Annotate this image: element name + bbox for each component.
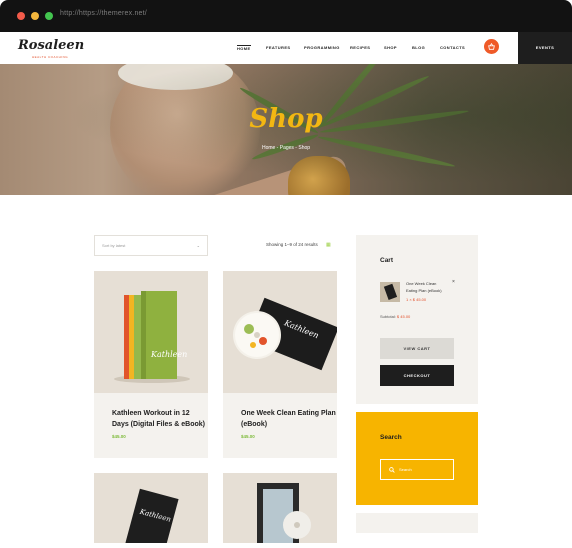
product-card[interactable]: Kathleen One Week Clean Eating Plan (eBo… bbox=[223, 271, 339, 458]
product-title[interactable]: Kathleen Workout in 12 Days (Digital Fil… bbox=[112, 408, 208, 430]
results-count: Showing 1–9 of 24 results bbox=[266, 242, 318, 247]
sidebar-widget bbox=[356, 513, 478, 533]
nav-item-features[interactable]: FEATURES bbox=[266, 45, 290, 50]
product-image[interactable]: Kathleen bbox=[223, 271, 339, 393]
address-bar[interactable]: http://https://themerex.net/ bbox=[60, 10, 147, 17]
grid-view-icon[interactable]: ▦ bbox=[326, 242, 331, 248]
hero-banner: Shop Home - Pages - Shop bbox=[0, 64, 572, 195]
sort-select[interactable]: Sort by latest ⌄ bbox=[94, 235, 208, 256]
nav-item-home[interactable]: HOME bbox=[237, 45, 251, 51]
ebook-book-illustration: Kathleen bbox=[94, 473, 208, 548]
ebook-thumbnail-icon bbox=[380, 282, 400, 302]
product-price: $45.00 bbox=[241, 434, 255, 439]
nav-item-contacts[interactable]: CONTACTS bbox=[440, 45, 465, 50]
cart-item-name[interactable]: One Week Clean Eating Plan (eBook) bbox=[406, 280, 446, 294]
nav-item-shop[interactable]: SHOP bbox=[384, 45, 397, 50]
site-logo-tagline: HEALTH COACHING bbox=[32, 55, 69, 59]
events-button[interactable]: EVENTS bbox=[518, 32, 572, 64]
product-image[interactable]: Kathleen bbox=[94, 473, 208, 548]
svg-text:Kathleen: Kathleen bbox=[150, 350, 187, 359]
product-title[interactable]: One Week Clean Eating Plan (eBook) bbox=[241, 408, 337, 430]
product-image[interactable]: Kathleen bbox=[94, 271, 208, 393]
browser-title-bar: http://https://themerex.net/ bbox=[0, 0, 572, 32]
minimize-window-button[interactable] bbox=[31, 12, 39, 20]
cart-widget-title: Cart bbox=[380, 257, 394, 264]
product-card[interactable]: Kathleen Kathleen Workout in 12 Days (Di… bbox=[94, 271, 208, 458]
breadcrumb[interactable]: Home - Pages - Shop bbox=[0, 145, 572, 151]
sort-select-value: Sort by latest bbox=[102, 243, 126, 248]
search-widget-title: Search bbox=[380, 434, 402, 441]
search-input-placeholder: Search bbox=[399, 467, 412, 472]
product-card[interactable] bbox=[223, 473, 337, 548]
cart-item-qty-price: 1 × $ 45.00 bbox=[406, 297, 427, 302]
product-card[interactable]: Kathleen bbox=[94, 473, 208, 548]
cart-subtotal-value: $ 45.00 bbox=[396, 314, 411, 319]
header-cart-button[interactable] bbox=[484, 39, 499, 54]
product-price: $45.00 bbox=[112, 434, 126, 439]
page-title: Shop bbox=[249, 104, 323, 134]
maximize-window-button[interactable] bbox=[45, 12, 53, 20]
close-window-button[interactable] bbox=[17, 12, 25, 20]
search-widget: Search Search bbox=[356, 412, 478, 505]
ebook-dvd-illustration: Kathleen bbox=[223, 271, 339, 393]
site-header: Rosaleen HEALTH COACHING HOME FEATURES P… bbox=[0, 32, 572, 64]
search-icon bbox=[389, 467, 395, 473]
product-image[interactable] bbox=[223, 473, 337, 548]
cart-subtotal-label: Subtotal: bbox=[380, 314, 396, 319]
nav-item-recipes[interactable]: RECIPES bbox=[350, 45, 370, 50]
site-logo[interactable]: Rosaleen bbox=[18, 38, 84, 53]
checkout-button[interactable]: CHECKOUT bbox=[380, 365, 454, 386]
nav-item-blog[interactable]: BLOG bbox=[412, 45, 425, 50]
view-cart-button[interactable]: VIEW CART bbox=[380, 338, 454, 359]
remove-item-icon[interactable]: × bbox=[452, 279, 455, 285]
dvd-case-illustration bbox=[223, 473, 337, 548]
basket-icon bbox=[488, 43, 495, 50]
nav-item-programming[interactable]: PROGRAMMING bbox=[304, 45, 340, 50]
cart-item-thumbnail[interactable] bbox=[380, 282, 400, 302]
search-input[interactable]: Search bbox=[380, 459, 454, 480]
ebook-box-illustration: Kathleen bbox=[94, 271, 208, 393]
cart-subtotal: Subtotal: $ 45.00 bbox=[380, 314, 410, 319]
chevron-down-icon: ⌄ bbox=[196, 243, 200, 248]
cart-widget: Cart One Week Clean Eating Plan (eBook) … bbox=[356, 235, 478, 404]
